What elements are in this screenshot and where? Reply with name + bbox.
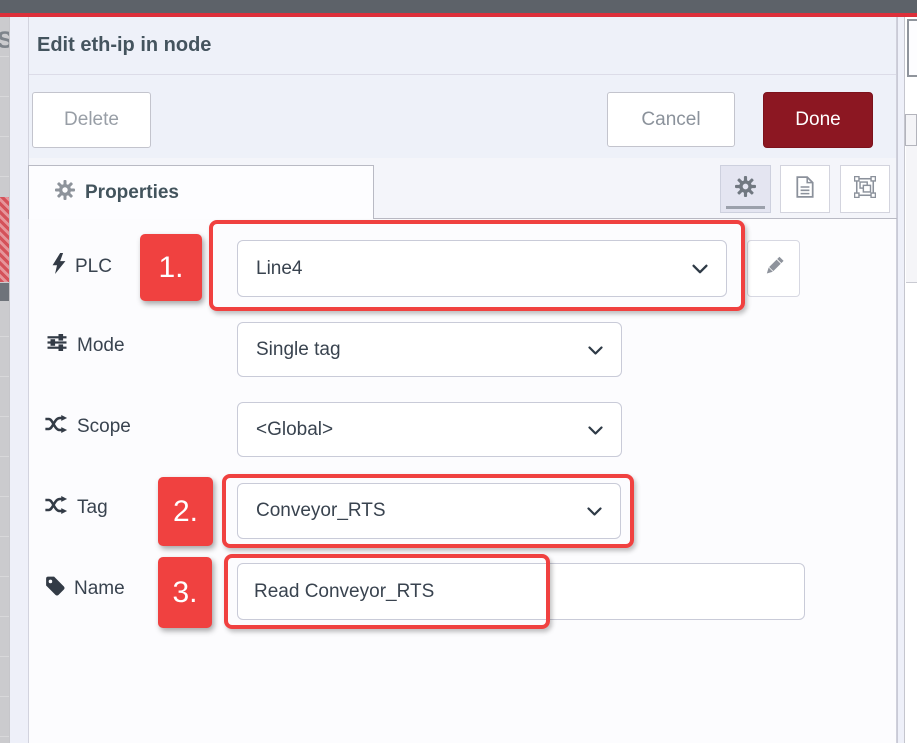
tag-label-icon bbox=[45, 576, 65, 602]
group-icon bbox=[854, 176, 876, 203]
edit-plc-config-button[interactable] bbox=[747, 240, 800, 297]
gear-icon bbox=[55, 180, 75, 205]
page: S Edit eth-ip in node Delete Cancel Done bbox=[0, 0, 917, 743]
description-view-button[interactable] bbox=[780, 165, 830, 213]
appearance-view-button[interactable] bbox=[840, 165, 890, 213]
chevron-down-icon bbox=[588, 339, 603, 361]
bolt-icon bbox=[52, 253, 66, 280]
sliders-icon bbox=[47, 334, 68, 357]
shuffle-icon bbox=[45, 415, 68, 439]
tag-field-label: Tag bbox=[45, 496, 108, 520]
document-icon bbox=[796, 176, 814, 203]
dialog-header: Edit eth-ip in node bbox=[29, 17, 896, 75]
plc-field-label: PLC bbox=[52, 253, 112, 280]
annotation-step-2-badge: 2. bbox=[158, 477, 213, 546]
shuffle-icon bbox=[45, 496, 68, 520]
tag-select-value: Conveyor_RTS bbox=[256, 500, 386, 522]
plc-select[interactable]: Line4 bbox=[237, 240, 727, 297]
background-page-fragment: S bbox=[0, 17, 9, 743]
background-fragment-dark bbox=[0, 283, 9, 301]
tab-properties[interactable]: Properties bbox=[28, 165, 374, 219]
mode-select-value: Single tag bbox=[256, 339, 341, 361]
done-button[interactable]: Done bbox=[763, 92, 873, 148]
properties-view-button[interactable] bbox=[720, 165, 771, 213]
annotation-step-1-badge: 1. bbox=[140, 234, 202, 301]
chevron-down-icon bbox=[588, 419, 603, 441]
tag-select[interactable]: Conveyor_RTS bbox=[237, 483, 621, 539]
background-node-fragment bbox=[0, 197, 9, 282]
name-input[interactable] bbox=[237, 563, 805, 620]
background-fragment-text: S bbox=[0, 27, 9, 55]
background-right-box bbox=[905, 114, 917, 146]
pencil-icon bbox=[763, 255, 785, 282]
cancel-button[interactable]: Cancel bbox=[607, 92, 735, 147]
tab-properties-label: Properties bbox=[85, 182, 179, 204]
scope-select-value: <Global> bbox=[256, 419, 333, 441]
dialog-title: Edit eth-ip in node bbox=[37, 34, 211, 57]
background-right-box bbox=[906, 146, 917, 283]
plc-select-value: Line4 bbox=[256, 258, 303, 280]
mode-select[interactable]: Single tag bbox=[237, 322, 622, 377]
dialog-scrollbar-track[interactable] bbox=[897, 17, 905, 743]
delete-button[interactable]: Delete bbox=[32, 92, 151, 148]
annotation-step-3-badge: 3. bbox=[158, 557, 212, 628]
background-right-box bbox=[907, 19, 917, 77]
chevron-down-icon bbox=[587, 500, 602, 522]
mode-field-label: Mode bbox=[47, 334, 125, 357]
scope-field-label: Scope bbox=[45, 415, 131, 439]
selected-underline bbox=[726, 206, 765, 209]
gear-icon bbox=[735, 176, 756, 202]
tray-edge-strip bbox=[9, 17, 28, 743]
tab-baseline bbox=[374, 218, 897, 219]
app-top-bar bbox=[0, 0, 917, 13]
scope-select[interactable]: <Global> bbox=[237, 402, 622, 457]
chevron-down-icon bbox=[692, 258, 708, 280]
name-field-label: Name bbox=[45, 576, 125, 602]
